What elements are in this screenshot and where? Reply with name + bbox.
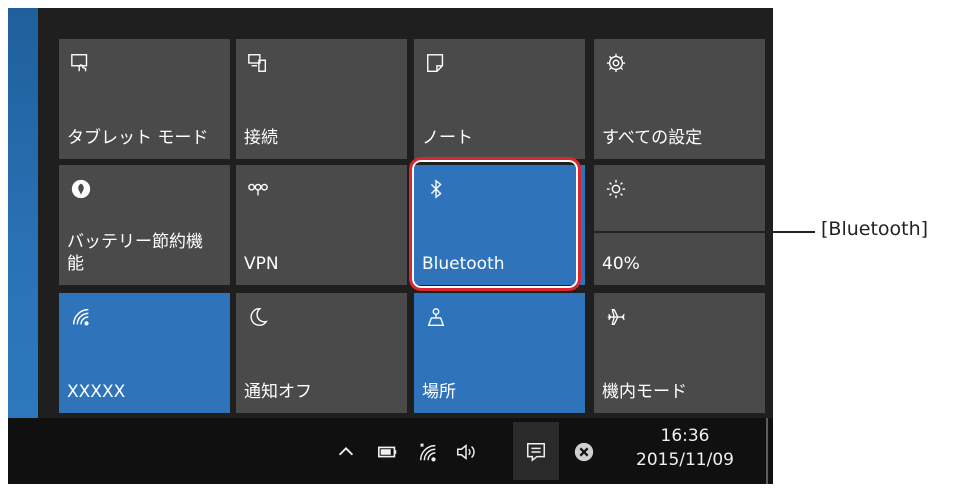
tile-label: 接続 [244,128,278,148]
tile-brightness[interactable]: 40% [594,165,765,285]
tile-label: XXXXX [67,382,126,402]
battery-icon[interactable] [376,440,400,464]
volume-icon[interactable] [454,440,478,464]
accent-strip [8,8,38,418]
tile-quiet-hours[interactable]: 通知オフ [236,293,407,413]
tile-label: バッテリー節約機 能 [67,232,203,274]
tile-label: 場所 [422,382,456,402]
location-icon [424,305,448,329]
quiet-hours-icon [246,305,270,329]
callout-label: [Bluetooth] [821,218,929,240]
airplane-mode-icon [604,305,628,329]
tile-label: 通知オフ [244,382,312,402]
tile-all-settings[interactable]: すべての設定 [594,39,765,159]
tile-label: ノート [422,128,473,148]
tile-label: すべての設定 [602,128,703,148]
tile-tablet-mode[interactable]: タブレット モード [59,39,230,159]
wifi-icon [69,305,93,329]
vpn-icon [246,177,270,201]
tile-connect[interactable]: 接続 [236,39,407,159]
wifi-icon[interactable] [416,440,440,464]
tile-location[interactable]: 場所 [414,293,585,413]
connect-icon [246,51,270,75]
tile-label: Bluetooth [422,254,505,274]
tile-airplane-mode[interactable]: 機内モード [594,293,765,413]
tile-label: 40% [602,254,640,274]
clock-time: 16:36 [660,426,710,446]
tablet-mode-icon [69,51,93,75]
tile-label: 機内モード [602,382,687,402]
tile-wifi[interactable]: XXXXX [59,293,230,413]
brightness-icon [604,177,628,201]
tile-note[interactable]: ノート [414,39,585,159]
battery-saver-icon [69,177,93,201]
action-center-icon[interactable] [524,440,548,464]
clock-date: 2015/11/09 [636,450,734,470]
tile-bluetooth[interactable]: Bluetooth [414,165,585,285]
callout-line [585,231,815,233]
tile-label: タブレット モード [67,128,209,148]
note-icon [424,51,448,75]
tile-label: VPN [244,254,279,274]
gear-icon [604,51,628,75]
bluetooth-icon [424,177,448,201]
close-circle-icon[interactable] [572,440,596,464]
chevron-up-icon[interactable] [334,440,358,464]
tile-vpn[interactable]: VPN [236,165,407,285]
show-desktop-divider [766,418,768,484]
tile-battery-saver[interactable]: バッテリー節約機 能 [59,165,230,285]
taskbar-clock[interactable]: 16:36 2015/11/09 [615,424,755,472]
